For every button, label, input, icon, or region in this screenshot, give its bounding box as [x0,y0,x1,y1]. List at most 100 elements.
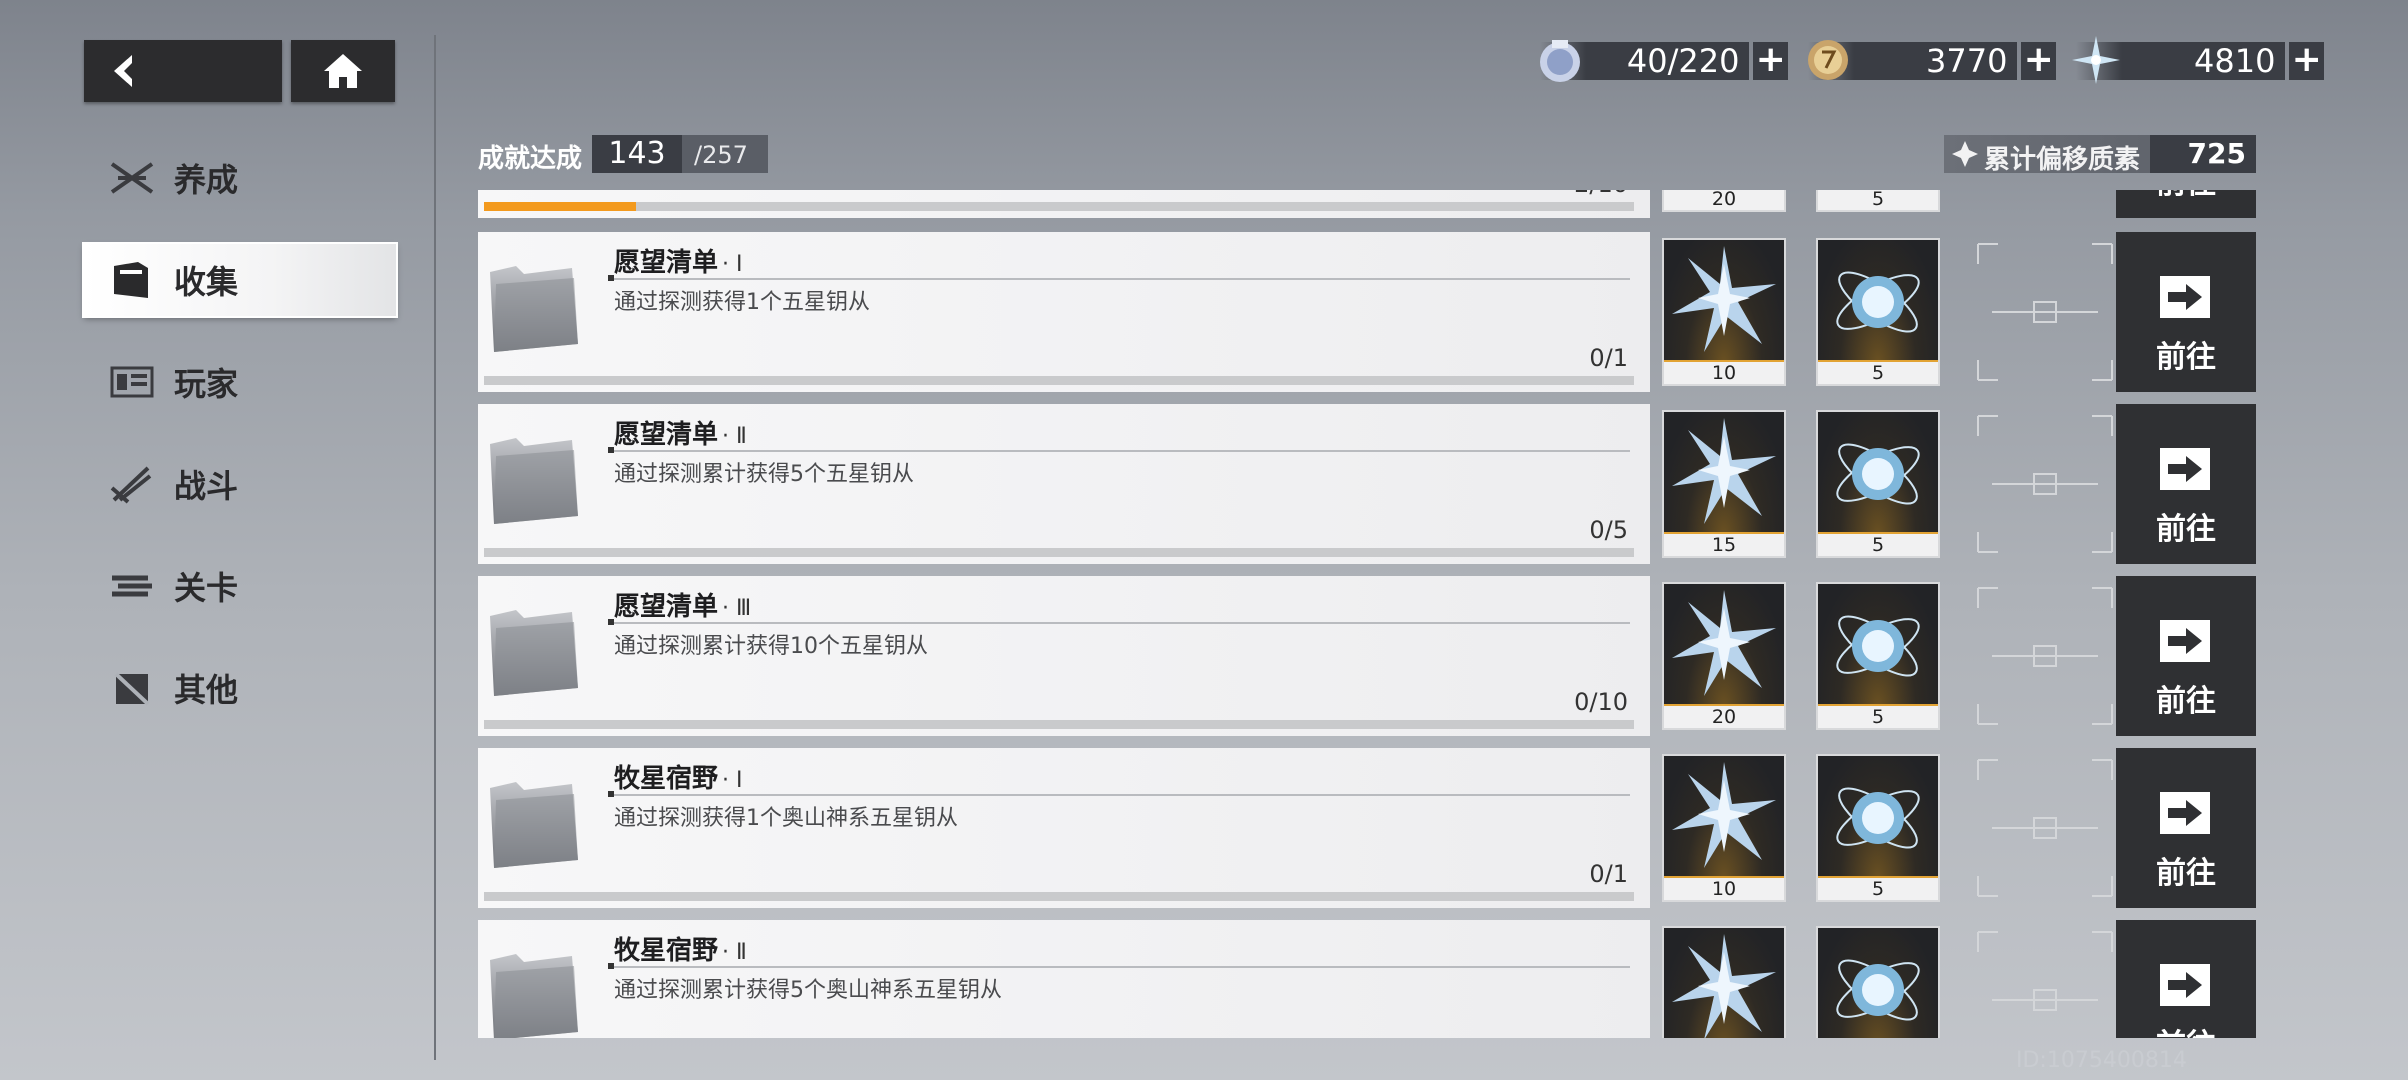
nav-item-battle[interactable]: 战斗 [84,448,396,520]
crystal-shard-icon [1672,590,1776,696]
go-button[interactable]: 前往 [2116,404,2256,564]
empty-slot-frame-icon [1977,931,2113,1011]
reward-item[interactable]: 10 [1662,238,1786,386]
empty-slot-frame-icon [1977,587,2113,725]
achievement-list[interactable]: 2/10 20 5 前往 [478,190,2256,1038]
currency-crystal: 4810 + [2072,36,2324,84]
player-icon [108,362,156,402]
card-body: 愿望清单 · Ⅱ 通过探测累计获得5个五星钥从 0/5 [478,404,1650,564]
home-button[interactable] [291,40,395,102]
nav-item-cultivate[interactable]: 养成 [84,142,396,214]
user-id: ID:1075400814 [2016,1048,2187,1073]
crystal-shard-icon [1672,418,1776,524]
card-body: 牧星宿野 · Ⅰ 通过探测获得1个奥山神系五星钥从 0/1 [478,748,1650,908]
achievement-card: 愿望清单 · Ⅲ 通过探测累计获得10个五星钥从 0/10 20 5 前往 [478,576,2256,736]
back-button[interactable] [84,40,282,102]
go-label: 前往 [2156,856,2216,891]
card-progress-text: 2/10 [1574,190,1628,198]
card-title: 愿望清单 · Ⅱ [614,420,747,450]
reward-item[interactable]: 5 [1816,410,1940,558]
orbit-orb-icon [1836,615,1920,677]
card-title: 愿望清单 · Ⅰ [614,248,743,278]
folder-icon [490,438,578,524]
achievement-card: 牧星宿野 · Ⅱ 通过探测累计获得5个奥山神系五星钥从 [478,920,2256,1038]
achievement-total: /257 [694,141,748,169]
go-arrow-icon [2160,792,2210,834]
title-divider [608,791,1630,797]
nav-item-other[interactable]: 其他 [84,652,396,724]
home-icon [324,54,362,88]
reward-item[interactable]: 15 [1662,410,1786,558]
achievement-card: 愿望清单 · Ⅱ 通过探测累计获得5个五星钥从 0/5 15 5 前往 [478,404,2256,564]
crystal-shard-icon [1672,246,1776,352]
achievement-card: 愿望清单 · Ⅰ 通过探测获得1个五星钥从 0/1 10 5 前往 [478,232,2256,392]
empty-slot-frame-icon [1977,243,2113,381]
achievement-counter: 143 /257 [592,135,768,173]
card-description: 通过探测获得1个五星钥从 [614,290,870,315]
go-button[interactable]: 前往 [2116,190,2256,218]
go-button[interactable]: 前往 [2116,920,2256,1038]
nav-item-collection[interactable]: 收集 [84,244,396,316]
go-button[interactable]: 前往 [2116,576,2256,736]
card-description: 通过探测累计获得5个奥山神系五星钥从 [614,978,1002,1003]
card-progress-text: 0/1 [1589,344,1628,372]
essence-value: 725 [2150,135,2256,173]
reward-item[interactable]: 10 [1662,754,1786,902]
go-button[interactable]: 前往 [2116,748,2256,908]
reward-item[interactable]: 5 [1816,582,1940,730]
crystal-shard-icon [1672,762,1776,868]
nav-item-player[interactable]: 玩家 [84,346,396,418]
reward-item[interactable] [1816,926,1940,1038]
empty-reward-slot [1972,410,2118,558]
go-label: 前往 [2156,512,2216,547]
empty-reward-slot [1972,238,2118,386]
card-progress-fill [484,202,636,211]
nav-label: 玩家 [174,365,239,403]
go-arrow-icon [2160,448,2210,490]
achievement-count: 143 [592,135,682,173]
reward-qty: 5 [1818,878,1938,900]
title-divider [608,619,1630,625]
achievement-card-partial: 2/10 20 5 前往 [478,190,2256,218]
card-progress-bar [484,376,1634,385]
achievement-label: 成就达成 [478,144,583,174]
reward-qty: 20 [1664,190,1784,210]
add-crystal-button[interactable]: + [2289,42,2324,80]
go-arrow-icon [2160,276,2210,318]
reward-item[interactable] [1662,926,1786,1038]
reward-item[interactable]: 5 [1816,754,1940,902]
card-progress-text: 0/1 [1589,860,1628,888]
folder-icon [490,266,578,352]
sidebar-divider [434,35,436,1060]
reward-item[interactable]: 20 [1662,582,1786,730]
orbit-orb-icon [1836,959,1920,1021]
currency-coin: 3770 + [1808,40,2056,82]
card-body: 2/10 [478,190,1650,218]
card-progress-bar [484,202,1634,211]
nav-label: 战斗 [174,467,239,505]
go-button[interactable]: 前往 [2116,232,2256,392]
collection-icon [108,260,156,300]
reward-item[interactable]: 5 [1816,190,1940,212]
reward-qty: 15 [1664,534,1784,556]
add-stamina-button[interactable]: + [1753,42,1788,80]
nav-item-stage[interactable]: 关卡 [84,550,396,622]
title-divider [608,447,1630,453]
stamina-icon [1540,40,1580,82]
reward-qty: 5 [1818,706,1938,728]
go-arrow-icon [2160,964,2210,1006]
battle-icon [108,464,156,504]
add-coin-button[interactable]: + [2021,42,2056,80]
coin-icon [1808,40,1848,80]
go-label: 前往 [2156,684,2216,719]
essence-icon [1952,141,1978,167]
card-body: 愿望清单 · Ⅲ 通过探测累计获得10个五星钥从 0/10 [478,576,1650,736]
reward-item[interactable]: 20 [1662,190,1786,212]
card-progress-text: 0/10 [1574,688,1628,716]
card-title: 牧星宿野 · Ⅰ [614,764,743,794]
crystal-shard-icon [1672,934,1776,1038]
folder-icon [490,782,578,868]
title-divider [608,963,1630,969]
achievement-card: 牧星宿野 · Ⅰ 通过探测获得1个奥山神系五星钥从 0/1 10 5 前往 [478,748,2256,908]
reward-item[interactable]: 5 [1816,238,1940,386]
